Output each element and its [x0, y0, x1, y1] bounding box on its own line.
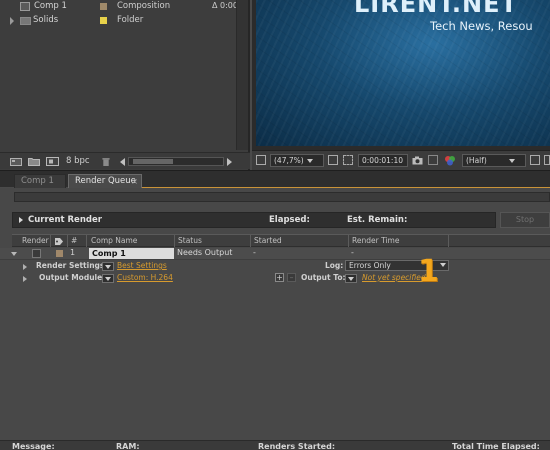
remove-output-module-button[interactable]: – — [287, 273, 296, 282]
new-folder-icon[interactable] — [28, 157, 40, 166]
item-started: - — [253, 248, 256, 257]
project-scrollbar[interactable] — [236, 0, 248, 150]
camera-icon[interactable] — [412, 156, 423, 165]
horizontal-scrollbar[interactable] — [128, 157, 224, 166]
ram-label: RAM: — [116, 442, 140, 450]
total-time-elapsed-label: Total Time Elapsed: — [452, 442, 540, 450]
output-to-dropdown[interactable] — [345, 274, 357, 283]
color-channels-icon[interactable] — [444, 155, 456, 166]
elapsed-label: Elapsed: — [269, 215, 310, 225]
add-output-module-button[interactable]: + — [275, 273, 284, 282]
render-queue-item[interactable]: 1 Comp 1 Needs Output - - — [0, 248, 550, 260]
project-footer: 8 bpc — [0, 152, 250, 169]
label-color-swatch[interactable] — [100, 3, 107, 10]
panel-tabs: Comp 1 Render Queue × — [0, 170, 550, 188]
column-header: Render # Comp Name Status Started Render… — [12, 234, 550, 247]
render-queue-panel: Current Render Elapsed: Est. Remain: Sto… — [0, 188, 550, 450]
transparency-grid-icon[interactable] — [544, 155, 550, 165]
tagline-text: Tech News, Resou — [430, 19, 533, 33]
column-number[interactable]: # — [71, 236, 77, 245]
project-panel: Comp 1 Composition Δ 0:00 Solids Folder … — [0, 0, 250, 170]
column-render[interactable]: Render — [22, 236, 49, 245]
project-item-solids[interactable]: Solids Folder — [0, 14, 236, 28]
expand-triangle-icon[interactable] — [10, 17, 14, 25]
project-item-duration: Δ 0:00 — [212, 1, 238, 10]
new-composition-icon[interactable] — [46, 157, 59, 166]
log-label: Log: — [325, 261, 344, 270]
bit-depth-button[interactable]: 8 bpc — [66, 156, 90, 166]
composition-icon — [20, 2, 30, 11]
message-label: Message: — [12, 442, 55, 450]
tab-label: Render Queue — [75, 176, 136, 186]
project-item-type: Composition — [117, 1, 171, 11]
folder-icon — [20, 17, 31, 25]
current-time-field[interactable]: 0:00:01:10 — [358, 154, 408, 167]
label-tag-icon[interactable] — [54, 237, 64, 246]
render-settings-row: Render Settings: Best Settings Log: — [0, 261, 550, 273]
current-render-label: Current Render — [28, 215, 102, 225]
output-module-dropdown[interactable] — [102, 274, 114, 283]
output-module-link[interactable]: Custom: H.264 — [117, 273, 173, 282]
item-status: Needs Output — [177, 248, 233, 257]
resolution-dropdown[interactable]: (Half) — [462, 154, 526, 167]
item-comp-name[interactable]: Comp 1 — [89, 248, 174, 259]
renders-started-label: Renders Started: — [258, 442, 336, 450]
viewer-toolbar: (47,7%) 0:00:01:10 (Half) — [252, 150, 550, 170]
render-settings-link[interactable]: Best Settings — [117, 261, 167, 270]
project-item-type: Folder — [117, 15, 144, 25]
expand-triangle-icon[interactable] — [23, 264, 27, 270]
step-callout-number: 1 — [418, 254, 439, 289]
stop-button[interactable]: Stop — [500, 212, 550, 228]
scroll-left-icon[interactable] — [120, 158, 125, 166]
column-comp-name[interactable]: Comp Name — [91, 236, 137, 245]
always-preview-icon[interactable] — [256, 155, 266, 165]
item-number: 1 — [70, 248, 76, 257]
item-render-time: - — [351, 248, 354, 257]
scrollbar-thumb[interactable] — [133, 159, 173, 164]
render-checkbox[interactable] — [32, 249, 41, 258]
close-icon[interactable]: × — [131, 175, 138, 188]
render-progress-bar — [14, 192, 550, 202]
interpret-footage-icon[interactable] — [10, 157, 22, 166]
label-color-swatch[interactable] — [56, 250, 63, 257]
render-settings-label: Render Settings: — [36, 261, 108, 270]
label-color-swatch[interactable] — [100, 17, 107, 24]
tab-render-queue[interactable]: Render Queue × — [68, 174, 142, 188]
tab-comp1[interactable]: Comp 1 — [14, 174, 66, 188]
column-started[interactable]: Started — [254, 236, 282, 245]
expand-triangle-icon[interactable] — [23, 276, 27, 282]
project-item-name: Comp 1 — [34, 1, 67, 11]
render-settings-dropdown[interactable] — [102, 262, 114, 271]
expand-triangle-icon[interactable] — [19, 217, 23, 223]
show-snapshot-icon[interactable] — [428, 155, 438, 165]
mask-visibility-icon[interactable] — [343, 155, 353, 165]
est-remain-label: Est. Remain: — [347, 215, 408, 225]
scroll-right-icon[interactable] — [227, 158, 232, 166]
render-queue-status-bar: Message: RAM: Renders Started: Total Tim… — [0, 440, 550, 450]
column-status[interactable]: Status — [178, 236, 202, 245]
composition-viewer[interactable]: LIRENT.NET Tech News, Resou — [252, 0, 550, 150]
current-render-bar[interactable]: Current Render Elapsed: Est. Remain: — [12, 212, 496, 228]
output-to-label: Output To: — [301, 273, 346, 282]
grid-icon[interactable] — [328, 155, 338, 165]
trash-icon[interactable] — [101, 157, 111, 166]
composition-preview[interactable]: LIRENT.NET Tech News, Resou — [256, 0, 550, 146]
magnification-dropdown[interactable]: (47,7%) — [270, 154, 324, 167]
column-render-time[interactable]: Render Time — [352, 236, 399, 245]
project-item-name: Solids — [33, 15, 59, 25]
collapse-triangle-icon[interactable] — [11, 252, 17, 256]
project-item-comp1[interactable]: Comp 1 Composition Δ 0:00 — [0, 0, 238, 14]
output-to-link[interactable]: Not yet specified — [362, 273, 426, 282]
region-of-interest-icon[interactable] — [530, 155, 540, 165]
logo-text: LIRENT.NET — [354, 0, 518, 18]
output-module-label: Output Module: — [39, 273, 106, 282]
